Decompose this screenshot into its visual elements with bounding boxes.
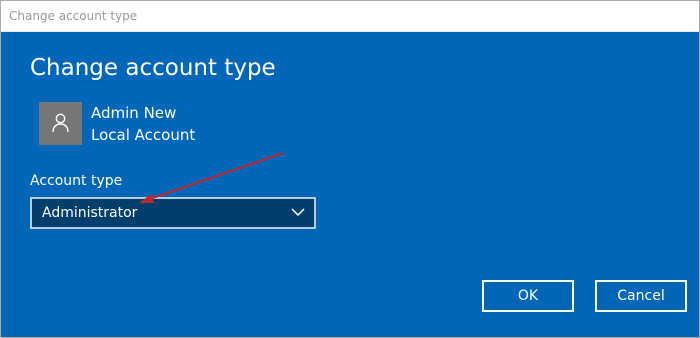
cancel-button[interactable]: Cancel bbox=[595, 280, 687, 312]
user-icon bbox=[52, 113, 69, 133]
account-kind: Local Account bbox=[91, 126, 196, 144]
account-type-select[interactable]: Administrator bbox=[30, 197, 316, 229]
chevron-down-icon bbox=[291, 208, 305, 217]
window-title: Change account type bbox=[9, 9, 138, 23]
title-bar: Change account type bbox=[1, 1, 699, 32]
account-type-selected-value: Administrator bbox=[42, 205, 138, 221]
account-type-label: Account type bbox=[30, 173, 123, 189]
dialog-heading: Change account type bbox=[30, 55, 276, 81]
ok-button[interactable]: OK bbox=[482, 280, 574, 312]
change-account-type-window: Change account type Change account type … bbox=[0, 0, 700, 338]
avatar bbox=[39, 102, 82, 145]
account-name: Admin New bbox=[91, 104, 177, 122]
